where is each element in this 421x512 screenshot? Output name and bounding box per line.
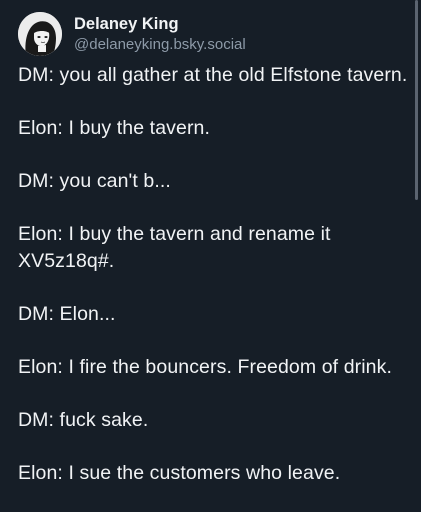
post-paragraph: DM: fuck sake. bbox=[18, 409, 149, 431]
author-names: Delaney King @delaneyking.bsky.social bbox=[74, 14, 246, 55]
post-paragraph: Elon: I buy the tavern. bbox=[18, 117, 210, 139]
avatar-illustration-icon bbox=[18, 12, 62, 56]
post-paragraph: Elon: I fire the bouncers. Freedom of dr… bbox=[18, 356, 392, 378]
scrollbar[interactable] bbox=[415, 0, 418, 200]
post-paragraph: DM: you can't b... bbox=[18, 170, 171, 192]
post-paragraph: DM: Elon... bbox=[18, 303, 116, 325]
post-paragraph: Elon: I buy the tavern and rename it XV5… bbox=[18, 223, 331, 272]
avatar[interactable] bbox=[18, 12, 62, 56]
author-handle[interactable]: @delaneyking.bsky.social bbox=[74, 35, 246, 55]
post-author[interactable]: Delaney King @delaneyking.bsky.social bbox=[18, 12, 246, 56]
author-display-name[interactable]: Delaney King bbox=[74, 14, 246, 35]
post-paragraph: Elon: I sue the customers who leave. bbox=[18, 462, 341, 484]
post-text: DM: you all gather at the old Elfstone t… bbox=[18, 62, 408, 512]
post-card: Delaney King @delaneyking.bsky.social DM… bbox=[0, 0, 421, 512]
post-paragraph: DM: you all gather at the old Elfstone t… bbox=[18, 64, 408, 86]
